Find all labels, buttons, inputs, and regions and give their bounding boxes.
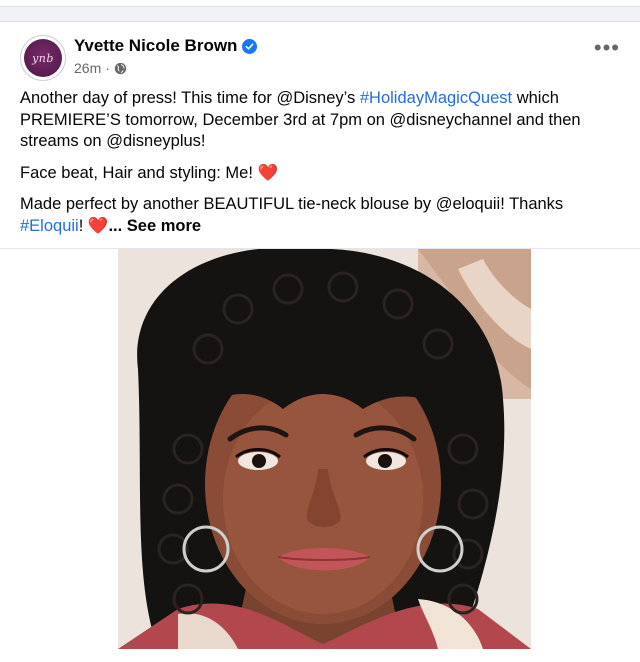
previous-post-edge — [0, 0, 640, 18]
post-card: ynb Yvette Nicole Brown 26m · ••• Anothe… — [0, 21, 640, 662]
avatar-logo: ynb — [24, 39, 62, 77]
post-text: Another day of press! This time for @Dis… — [20, 88, 620, 247]
heart-emoji-icon: ❤️ — [257, 163, 279, 182]
post-meta: 26m · — [74, 60, 127, 76]
selfie-illustration — [118, 249, 531, 649]
hashtag-link[interactable]: #Eloquii — [20, 217, 79, 235]
author-header: Yvette Nicole Brown — [74, 36, 258, 56]
post-paragraph: Made perfect by another BEAUTIFUL tie-ne… — [20, 195, 564, 235]
heart-emoji-icon: ❤️ — [87, 216, 109, 235]
author-name[interactable]: Yvette Nicole Brown — [74, 36, 237, 56]
hashtag-link[interactable]: #HolidayMagicQuest — [360, 89, 512, 107]
more-options-icon[interactable]: ••• — [594, 37, 620, 59]
post-paragraph: Another day of press! This time for @Dis… — [20, 89, 581, 150]
post-photo-area — [0, 249, 640, 649]
post-photo[interactable] — [118, 249, 531, 649]
post-paragraph: Face beat, Hair and styling: Me! ❤️ — [20, 163, 279, 182]
globe-icon — [114, 62, 127, 74]
verified-badge-icon — [242, 38, 258, 54]
see-more-link[interactable]: See more — [127, 217, 201, 235]
post-timestamp[interactable]: 26m — [74, 60, 101, 76]
author-avatar[interactable]: ynb — [20, 35, 66, 81]
